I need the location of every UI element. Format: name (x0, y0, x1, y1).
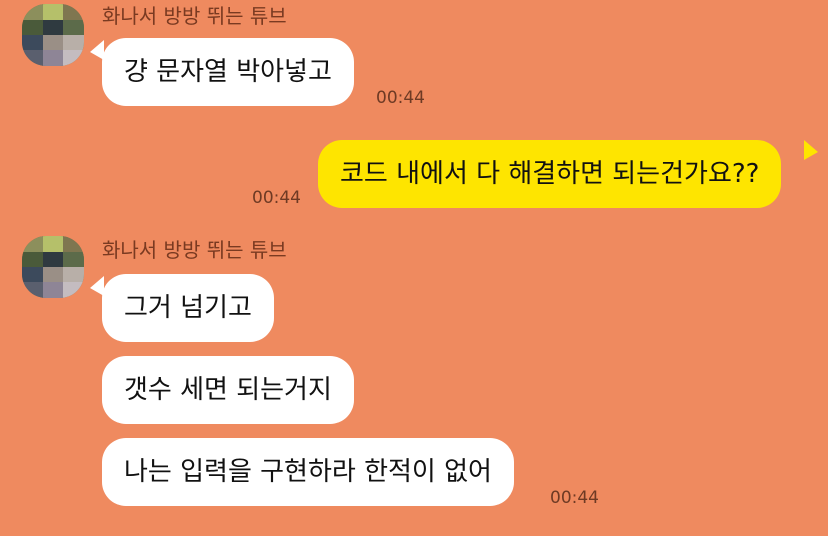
bubble-tail (804, 140, 818, 160)
message-bubble[interactable]: 갯수 세면 되는거지 (102, 356, 354, 424)
sender-name: 화나서 방방 뛰는 튜브 (102, 4, 287, 28)
sender-avatar[interactable] (22, 4, 84, 66)
message-time: 00:44 (252, 188, 301, 208)
sender-name: 화나서 방방 뛰는 튜브 (102, 238, 287, 262)
message-time: 00:44 (376, 88, 425, 108)
sender-avatar[interactable] (22, 236, 84, 298)
message-bubble[interactable]: 나는 입력을 구현하라 한적이 없어 (102, 438, 514, 506)
message-time: 00:44 (550, 488, 599, 508)
message-bubble-outgoing[interactable]: 코드 내에서 다 해결하면 되는건가요?? (318, 140, 782, 208)
message-bubble[interactable]: 그거 넘기고 (102, 274, 274, 342)
message-bubble[interactable]: 걍 문자열 박아넣고 (102, 38, 354, 106)
